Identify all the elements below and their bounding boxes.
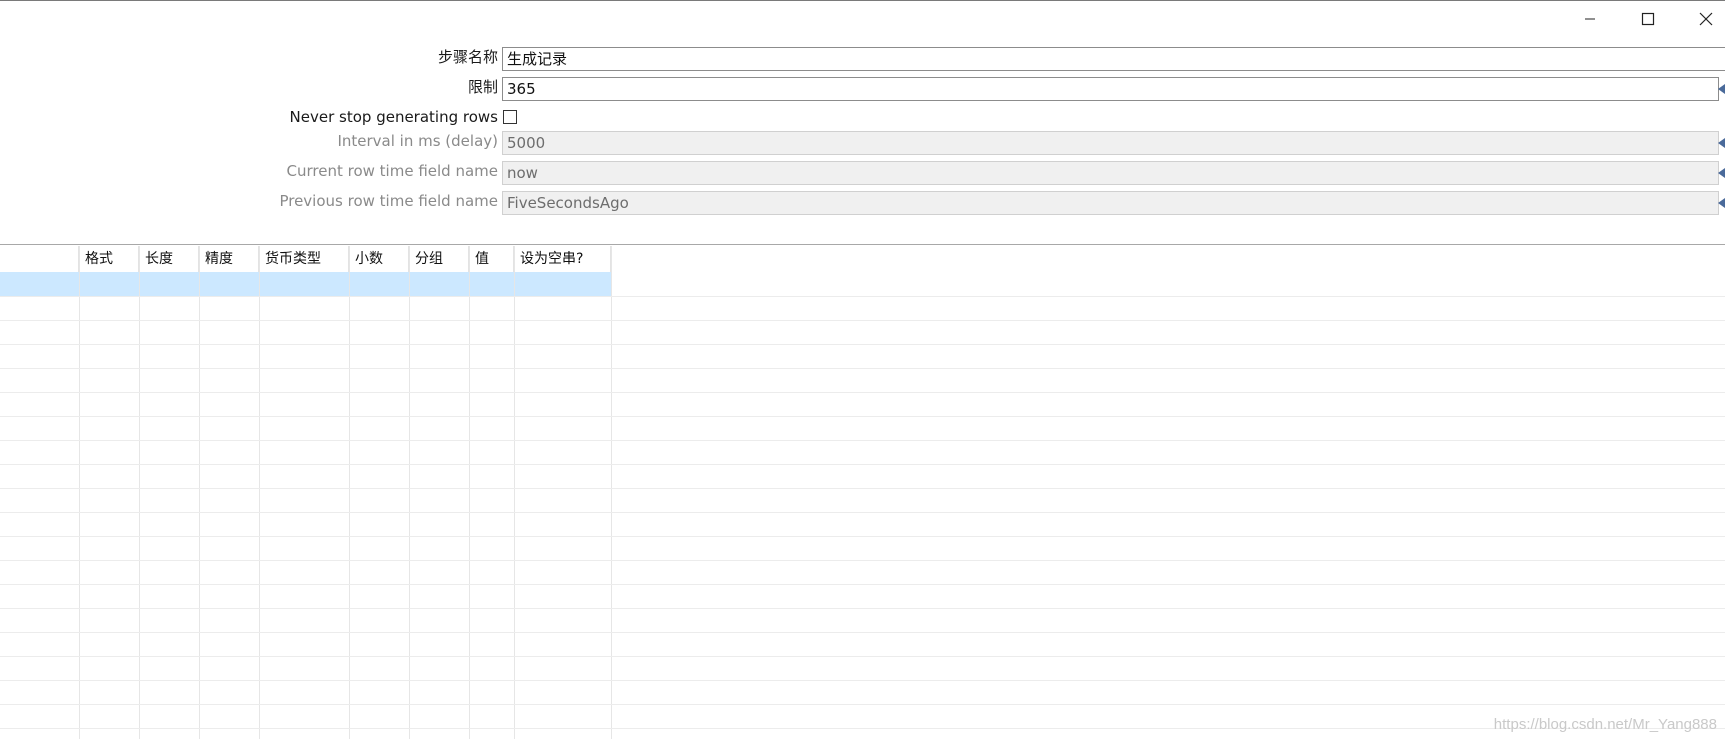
column-header-set-empty-string[interactable]: 设为空串? — [514, 246, 611, 272]
maximize-icon — [1641, 12, 1655, 26]
interval-input[interactable]: 5000 — [502, 131, 1719, 155]
variable-icon[interactable] — [1718, 84, 1725, 94]
grid-row-divider — [0, 392, 1725, 393]
step-name-input[interactable]: 生成记录 — [502, 47, 1725, 71]
variable-icon[interactable] — [1718, 138, 1725, 148]
column-header-length[interactable]: 长度 — [139, 246, 199, 272]
grid-row-divider — [0, 680, 1725, 681]
grid-row-divider — [0, 464, 1725, 465]
interval-label: Interval in ms (delay) — [337, 132, 498, 150]
previous-row-time-input[interactable]: FiveSecondsAgo — [502, 191, 1719, 215]
grid-row-divider — [0, 416, 1725, 417]
grid-row-divider — [0, 488, 1725, 489]
variable-icon[interactable] — [1718, 168, 1725, 178]
watermark: https://blog.csdn.net/Mr_Yang888 — [1493, 716, 1717, 733]
grid-row-divider — [0, 608, 1725, 609]
grid-row-divider — [0, 368, 1725, 369]
column-header-precision[interactable]: 精度 — [199, 246, 259, 272]
variable-icon[interactable] — [1718, 198, 1725, 208]
grid-row-divider — [0, 584, 1725, 585]
grid-row-divider — [0, 728, 1725, 729]
column-header-currency[interactable]: 货币类型 — [259, 246, 349, 272]
column-header-value[interactable]: 值 — [469, 246, 514, 272]
grid-row-divider — [0, 296, 1725, 297]
section-divider — [0, 244, 1725, 245]
column-header-group[interactable]: 分组 — [409, 246, 469, 272]
maximize-button[interactable] — [1625, 4, 1671, 34]
limit-input[interactable]: 365 — [502, 77, 1719, 101]
close-icon — [1699, 12, 1713, 26]
grid-row-divider — [0, 536, 1725, 537]
limit-label: 限制 — [467, 78, 498, 96]
window-top-border — [0, 0, 1725, 1]
never-stop-label: Never stop generating rows — [289, 108, 498, 126]
current-row-time-label: Current row time field name — [286, 162, 499, 180]
grid-row-divider — [0, 656, 1725, 657]
minimize-button[interactable] — [1567, 4, 1613, 34]
step-name-label: 步骤名称 — [437, 48, 498, 66]
grid-row-divider — [0, 440, 1725, 441]
grid-row-divider — [0, 512, 1725, 513]
grid-row-divider — [0, 560, 1725, 561]
selected-table-row[interactable] — [0, 272, 611, 296]
close-button[interactable] — [1683, 4, 1725, 34]
grid-row-divider — [0, 632, 1725, 633]
column-header-decimal[interactable]: 小数 — [349, 246, 409, 272]
previous-row-time-label: Previous row time field name — [279, 192, 498, 210]
column-header-format[interactable]: 格式 — [79, 246, 139, 272]
minimize-icon — [1585, 18, 1595, 20]
never-stop-checkbox[interactable] — [503, 110, 517, 124]
grid-row-divider — [0, 320, 1725, 321]
current-row-time-input[interactable]: now — [502, 161, 1719, 185]
row-number-header — [0, 246, 79, 272]
grid-row-divider — [0, 344, 1725, 345]
grid-row-divider — [0, 704, 1725, 705]
